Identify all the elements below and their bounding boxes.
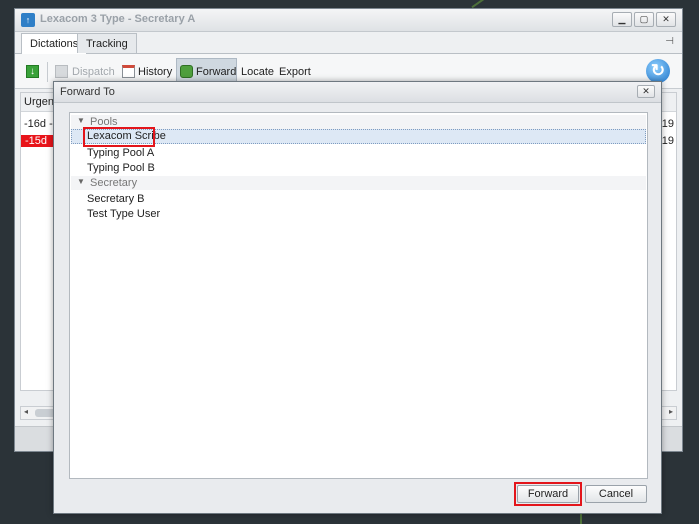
- date-cell: 19: [661, 135, 674, 147]
- list-item-typing-pool-a[interactable]: Typing Pool A: [71, 146, 646, 161]
- export-button[interactable]: Export: [279, 66, 311, 78]
- list-item-label: Test Type User: [87, 208, 161, 220]
- list-item-label: Secretary B: [87, 193, 145, 205]
- forward-icon: [180, 65, 193, 78]
- desktop-decoration: [471, 0, 491, 9]
- app-icon: ↑: [21, 13, 35, 27]
- maximize-button[interactable]: ▢: [634, 12, 654, 27]
- pin-icon[interactable]: ⊣: [665, 36, 674, 47]
- dispatch-button[interactable]: Dispatch: [72, 66, 115, 78]
- highlight-box-selected-item: [83, 127, 155, 147]
- history-button[interactable]: History: [138, 66, 172, 78]
- dialog-title-bar: Forward To ✕: [54, 82, 661, 103]
- highlight-box-forward-button: [514, 482, 582, 506]
- list-item-label: Typing Pool B: [87, 162, 155, 174]
- forward-to-dialog: Forward To ✕ ▼ Pools Lexacom Scribe Typi…: [53, 81, 662, 514]
- scroll-right-icon[interactable]: ▸: [669, 407, 673, 416]
- scroll-left-icon[interactable]: ◂: [24, 407, 28, 416]
- list-item-typing-pool-b[interactable]: Typing Pool B: [71, 161, 646, 176]
- date-cell: 19: [661, 118, 674, 130]
- list-item-secretary-b[interactable]: Secretary B: [71, 192, 646, 207]
- collapse-arrow-icon[interactable]: ▼: [77, 177, 85, 186]
- collapse-arrow-icon[interactable]: ▼: [77, 116, 85, 125]
- dialog-close-button[interactable]: ✕: [637, 85, 655, 98]
- group-header-pools[interactable]: ▼ Pools: [71, 115, 646, 129]
- list-item-lexacom-scribe[interactable]: Lexacom Scribe: [71, 129, 646, 144]
- recipient-tree: ▼ Pools Lexacom Scribe Typing Pool A Typ…: [69, 112, 648, 479]
- list-item-label: Typing Pool A: [87, 147, 155, 159]
- toolbar-separator: [47, 62, 48, 82]
- group-label: Secretary: [90, 177, 138, 189]
- urgency-cell: -15d: [21, 135, 55, 147]
- download-icon[interactable]: ↓: [26, 65, 39, 78]
- envelope-icon: [55, 65, 68, 78]
- close-button[interactable]: ✕: [656, 12, 676, 27]
- list-item-test-type-user[interactable]: Test Type User: [71, 207, 646, 222]
- calendar-icon: [122, 65, 135, 78]
- refresh-icon[interactable]: ↻: [646, 59, 670, 83]
- forward-button[interactable]: Forward: [196, 66, 236, 78]
- title-bar: ↑ Lexacom 3 Type - Secretary A ▁ ▢ ✕: [15, 9, 682, 32]
- cancel-button[interactable]: Cancel: [585, 485, 647, 503]
- tab-tracking[interactable]: Tracking: [77, 33, 137, 53]
- tab-strip: Dictations Tracking ⊣: [15, 31, 682, 54]
- locate-button[interactable]: Locate: [241, 66, 274, 78]
- minimize-button[interactable]: ▁: [612, 12, 632, 27]
- dialog-title: Forward To: [60, 86, 115, 98]
- window-title: Lexacom 3 Type - Secretary A: [40, 13, 196, 25]
- group-header-secretary[interactable]: ▼ Secretary: [71, 176, 646, 190]
